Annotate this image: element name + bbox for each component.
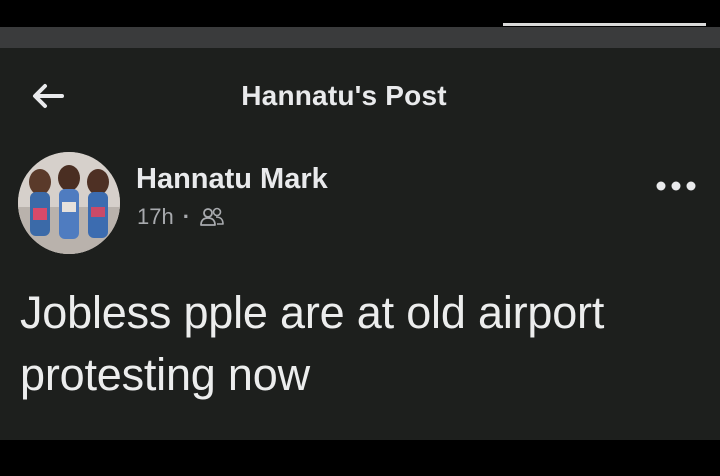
status-bar bbox=[0, 0, 720, 27]
status-indicator-line bbox=[503, 23, 706, 26]
bottom-bar bbox=[0, 440, 720, 476]
post-time[interactable]: 17h bbox=[137, 204, 174, 230]
author-name[interactable]: Hannatu Mark bbox=[136, 163, 328, 196]
header-strip bbox=[0, 27, 720, 48]
meta-separator: · bbox=[182, 204, 191, 229]
post-meta: 17h · bbox=[137, 203, 225, 231]
post-text: Jobless pple are at old airport protesti… bbox=[20, 287, 605, 400]
author-avatar[interactable] bbox=[18, 152, 120, 254]
friends-audience-icon bbox=[199, 206, 225, 228]
more-options-icon[interactable] bbox=[654, 176, 698, 196]
page-title: Hannatu's Post bbox=[241, 80, 447, 111]
